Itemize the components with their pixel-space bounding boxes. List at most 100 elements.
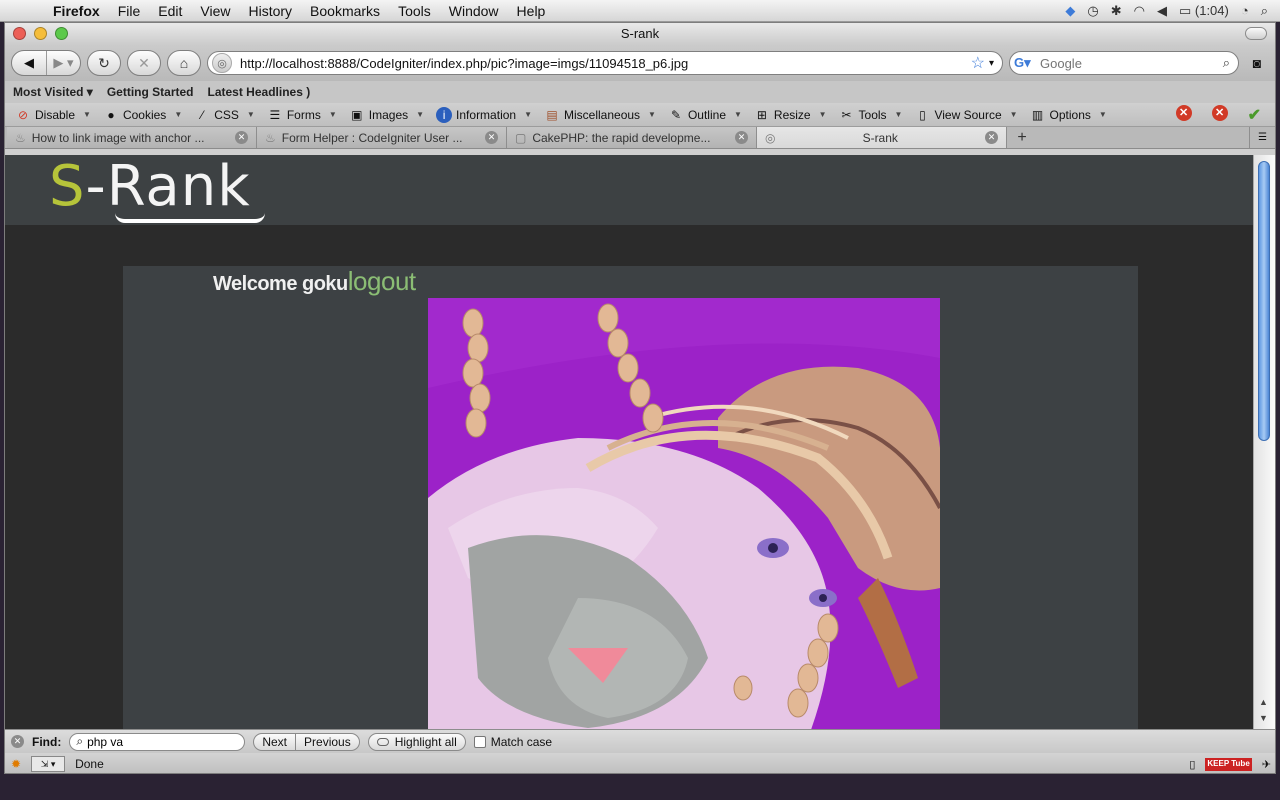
match-case-checkbox[interactable] [473,735,486,748]
devbar-css[interactable]: ⁄ CSS ▼ [188,107,261,123]
page-icon[interactable]: ▯ [1189,758,1195,771]
stop-button[interactable]: ✕ [127,50,161,76]
find-search-icon: ⌕ [76,734,84,748]
close-tab-icon[interactable]: ✕ [735,131,748,144]
devbar-label: Resize [773,107,811,122]
menu-tools[interactable]: Tools [389,0,440,22]
menu-view[interactable]: View [191,0,239,22]
menu-help[interactable]: Help [508,0,555,22]
url-text[interactable]: http://localhost:8888/CodeIgniter/index.… [240,56,965,71]
zoom-window-button[interactable] [55,27,68,40]
dropbox-icon[interactable]: ◆ [1065,3,1075,19]
bookmark-getting-started[interactable]: Getting Started [107,85,194,99]
reload-button[interactable]: ↻ [87,50,121,76]
devbar-label: Tools [858,107,887,122]
find-input[interactable] [87,734,228,749]
menu-bookmarks[interactable]: Bookmarks [301,0,389,22]
css-error-icon[interactable]: ✕ [1175,104,1192,121]
wifi-icon[interactable]: ◠ [1134,3,1145,19]
url-dropdown-icon[interactable]: ▾ [989,58,994,69]
highlight-all-button[interactable]: Highlight all [367,732,466,751]
scroll-up-icon[interactable]: ▲ [1259,697,1268,707]
logo-swoosh [115,213,265,223]
tab-form-helper[interactable]: ♨ Form Helper : CodeIgniter User ... ✕ [257,127,507,148]
forward-button[interactable]: ▶ ▾ [46,51,80,75]
devbar-options[interactable]: ▥ Options ▼ [1024,107,1113,123]
devbar-label: Outline [687,107,726,122]
devbar-miscellaneous[interactable]: ▤ Miscellaneous ▼ [538,107,662,123]
close-window-button[interactable] [13,27,26,40]
devbar-disable[interactable]: ⊘ Disable ▼ [9,107,97,123]
main-panel: Welcome gokulogout [123,266,1138,729]
addon-icon[interactable]: ✈ [1262,758,1271,771]
devbar-view-source[interactable]: ▯ View Source ▼ [908,107,1023,123]
devbar-resize[interactable]: ⊞ Resize ▼ [748,107,833,123]
search-icon[interactable]: ⌕ [1223,55,1230,71]
menu-edit[interactable]: Edit [149,0,191,22]
miscellaneous-icon: ▤ [546,107,558,122]
battery-icon[interactable]: ▭ (1:04) [1179,3,1229,19]
vertical-scrollbar[interactable]: ▲ ▼ [1253,155,1275,729]
js-error-icon[interactable]: ✕ [1211,104,1228,121]
screenshot-icon[interactable]: ◙ [1245,55,1269,71]
inspect-selector[interactable]: ⇲ ▾ [31,756,66,772]
devbar-label: Miscellaneous [564,107,641,122]
tab-s-rank[interactable]: ◎ S-rank ✕ [757,127,1007,148]
devbar-outline[interactable]: ✎ Outline ▼ [662,107,748,123]
volume-icon[interactable]: ◀ [1157,3,1167,19]
validation-check-icon[interactable]: ✔ [1248,105,1261,125]
logout-link[interactable]: logout [348,266,416,296]
find-field[interactable]: ⌕ [69,732,246,751]
back-button[interactable]: ◀ [12,51,46,75]
firebug-icon[interactable]: ✹ [11,757,21,771]
find-previous-button[interactable]: Previous [296,732,360,751]
search-input[interactable] [1040,55,1223,71]
site-logo[interactable]: S-Rank [49,157,251,217]
highlight-all-label: Highlight all [394,734,457,749]
rss-icon: ) [306,85,311,99]
devbar-information[interactable]: i Information ▼ [430,106,538,123]
tab-list-icon[interactable]: ☰ [1249,127,1275,148]
find-next-button[interactable]: Next [253,732,297,751]
highlight-icon [376,737,389,746]
match-case-option[interactable]: Match case [473,734,553,749]
bookmark-most-visited[interactable]: Most Visited ▾ [13,85,93,99]
search-box[interactable]: G▾ ⌕ [1009,51,1239,75]
close-find-icon[interactable]: ✕ [11,735,24,748]
close-tab-icon[interactable]: ✕ [985,131,998,144]
new-tab-button[interactable]: + [1007,127,1037,148]
find-nav-group: Next Previous [253,732,360,751]
url-bar[interactable]: ◎ http://localhost:8888/CodeIgniter/inde… [207,51,1003,75]
tab-anchor-image[interactable]: ♨ How to link image with anchor ... ✕ [7,127,257,148]
minimize-window-button[interactable] [34,27,47,40]
keeptube-icon[interactable]: KEEP Tube [1205,757,1252,771]
google-engine-icon[interactable]: G▾ [1014,55,1040,71]
bluetooth-icon[interactable]: ✱ [1111,3,1122,19]
devbar-tools[interactable]: ✂ Tools ▼ [833,107,909,123]
spotlight-icon[interactable]: ⌕ [1261,3,1268,19]
menu-firefox[interactable]: Firefox [44,0,109,22]
devbar-images[interactable]: ▣ Images ▼ [343,107,430,123]
bookmark-star-icon[interactable]: ☆ [971,53,985,73]
toolbar-toggle-button[interactable] [1245,27,1267,40]
match-case-label: Match case [490,734,553,749]
menu-file[interactable]: File [109,0,150,22]
scrollbar-thumb[interactable] [1258,161,1270,441]
scroll-down-icon[interactable]: ▼ [1259,713,1268,723]
close-tab-icon[interactable]: ✕ [485,131,498,144]
time-machine-icon[interactable]: ◷ [1087,3,1098,19]
information-icon: i [436,106,453,123]
menu-window[interactable]: Window [440,0,508,22]
home-button[interactable]: ⌂ [167,50,201,76]
clock-icon[interactable]: ◔ [1241,3,1249,18]
site-header: S-Rank [5,155,1255,225]
bookmark-latest-headlines[interactable]: Latest Headlines ) [208,85,311,99]
artwork-image[interactable] [428,298,940,729]
devbar-forms[interactable]: ☰ Forms ▼ [261,107,343,123]
close-tab-icon[interactable]: ✕ [235,131,248,144]
tab-cakephp[interactable]: ▢ CakePHP: the rapid developme... ✕ [507,127,757,148]
devbar-cookies[interactable]: ● Cookies ▼ [97,107,188,123]
page-content: S-Rank Welcome gokulogout [5,155,1255,729]
menu-history[interactable]: History [239,0,301,22]
site-identity-icon[interactable]: ◎ [212,53,232,73]
